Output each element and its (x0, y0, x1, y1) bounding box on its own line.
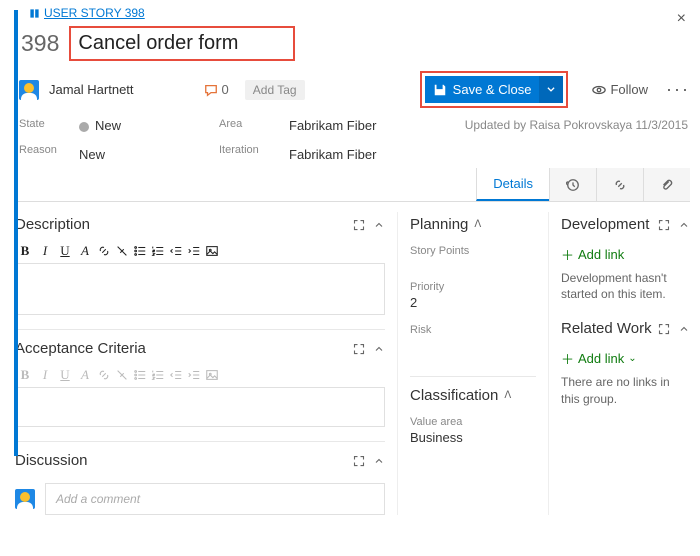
chevron-up-icon[interactable] (373, 455, 385, 467)
description-toolbar: B I U A (15, 239, 385, 263)
acceptance-editor[interactable] (15, 387, 385, 427)
add-tag-button[interactable]: Add Tag (245, 80, 305, 100)
chevron-up-icon[interactable]: ᐱ (474, 219, 481, 230)
bullet-list-icon[interactable] (133, 244, 147, 258)
planning-header: Planningᐱ (410, 216, 481, 233)
state-value[interactable]: New (79, 118, 219, 133)
chevron-down-icon: ⌄ (628, 353, 636, 364)
link-icon[interactable] (97, 244, 111, 258)
comment-input[interactable]: Add a comment (45, 483, 385, 515)
bold-icon[interactable]: B (17, 243, 33, 259)
tab-links[interactable] (596, 168, 643, 201)
iteration-label: Iteration (219, 144, 289, 156)
development-header: Development (561, 216, 649, 233)
reason-value[interactable]: New (79, 147, 219, 162)
related-header: Related Work (561, 320, 652, 337)
description-header: Description (15, 216, 90, 233)
underline-icon[interactable]: U (57, 243, 73, 259)
reason-label: Reason (19, 144, 79, 156)
breadcrumb[interactable]: USER STORY 398 (29, 6, 690, 20)
comments-count[interactable]: 0 (204, 82, 229, 97)
plus-icon: ＋ (561, 245, 574, 264)
priority-label: Priority (410, 281, 536, 293)
expand-icon[interactable] (353, 455, 365, 467)
state-label: State (19, 118, 79, 130)
expand-icon[interactable] (353, 219, 365, 231)
priority-value[interactable]: 2 (410, 295, 536, 310)
save-close-button[interactable]: Save & Close (425, 76, 540, 103)
classification-header: Classificationᐱ (410, 387, 511, 404)
work-item-id: 398 (21, 30, 59, 57)
value-area-value[interactable]: Business (410, 430, 536, 445)
dev-empty-text: Development hasn't started on this item. (561, 270, 690, 302)
acceptance-toolbar: BIUA (15, 363, 385, 387)
iteration-value[interactable]: Fabrikam Fiber (289, 147, 429, 162)
more-actions[interactable]: ··· (666, 79, 690, 100)
outdent-icon[interactable] (169, 244, 183, 258)
risk-label: Risk (410, 324, 536, 336)
description-editor[interactable] (15, 263, 385, 315)
save-icon (433, 83, 447, 97)
area-label: Area (219, 118, 289, 130)
chevron-up-icon[interactable]: ᐱ (504, 390, 511, 401)
expand-icon[interactable] (353, 343, 365, 355)
title-input[interactable] (72, 29, 292, 58)
follow-button[interactable]: Follow (592, 82, 648, 97)
chevron-up-icon[interactable] (678, 323, 690, 335)
chevron-up-icon[interactable] (678, 219, 690, 231)
avatar (15, 489, 35, 509)
save-dropdown[interactable] (539, 76, 563, 103)
discussion-header: Discussion (15, 452, 88, 469)
tab-details[interactable]: Details (476, 168, 549, 201)
plus-icon: ＋ (561, 349, 574, 368)
comment-icon (204, 83, 218, 97)
area-value[interactable]: Fabrikam Fiber (289, 118, 429, 133)
avatar (19, 80, 39, 100)
dev-add-link[interactable]: ＋Add link (561, 245, 690, 264)
tab-history[interactable] (549, 168, 596, 201)
story-points-label: Story Points (410, 245, 536, 257)
eye-icon (592, 83, 606, 97)
expand-icon[interactable] (658, 323, 670, 335)
acceptance-header: Acceptance Criteria (15, 340, 146, 357)
breadcrumb-text: USER STORY 398 (44, 6, 145, 20)
image-icon[interactable] (205, 244, 219, 258)
link-icon (613, 178, 627, 192)
chevron-down-icon (546, 84, 556, 94)
attachment-icon (660, 178, 674, 192)
book-icon (29, 8, 40, 19)
font-icon[interactable]: A (77, 243, 93, 259)
expand-icon[interactable] (658, 219, 670, 231)
related-add-link[interactable]: ＋Add link ⌄ (561, 349, 690, 368)
unlink-icon[interactable] (115, 244, 129, 258)
value-area-label: Value area (410, 416, 536, 428)
chevron-up-icon[interactable] (373, 343, 385, 355)
tab-attachments[interactable] (643, 168, 690, 201)
state-dot-icon (79, 122, 89, 132)
history-icon (566, 178, 580, 192)
updated-text: Updated by Raisa Pokrovskaya 11/3/2015 (429, 118, 688, 162)
close-icon[interactable]: × (677, 10, 686, 28)
italic-icon[interactable]: I (37, 243, 53, 259)
chevron-up-icon[interactable] (373, 219, 385, 231)
assignee-name[interactable]: Jamal Hartnett (49, 82, 134, 97)
number-list-icon[interactable] (151, 244, 165, 258)
related-empty-text: There are no links in this group. (561, 374, 690, 406)
indent-icon[interactable] (187, 244, 201, 258)
